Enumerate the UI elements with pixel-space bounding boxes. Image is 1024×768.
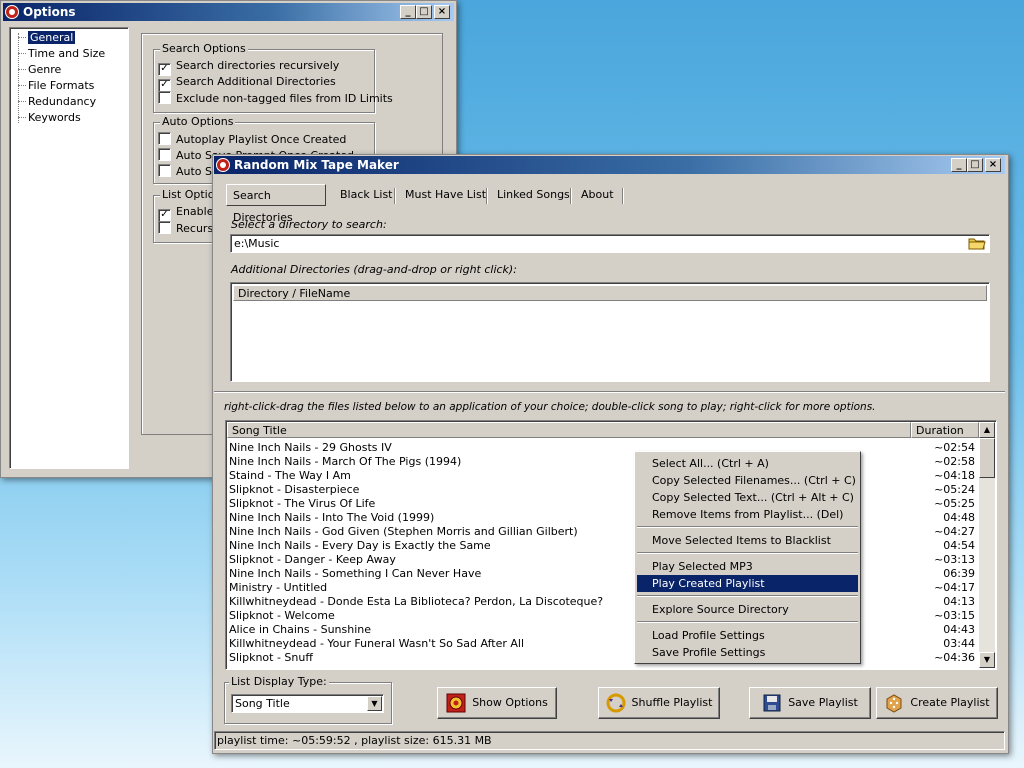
close-button[interactable]: × (985, 158, 1001, 172)
tab-black-list[interactable]: Black List (334, 184, 399, 206)
menu-separator (637, 595, 858, 597)
status-bar: playlist time: ~05:59:52 , playlist size… (214, 731, 1005, 750)
tree-item-general[interactable]: General (17, 30, 77, 45)
tree-item-keywords[interactable]: Keywords (18, 110, 81, 125)
status-text: playlist time: ~05:59:52 , playlist size… (217, 734, 492, 747)
song-row[interactable]: Alice in Chains - Sunshine 04:43 (229, 623, 975, 637)
additional-dirs-list[interactable]: Directory / FileName (230, 282, 990, 382)
auto-options-label: Auto Options (160, 115, 236, 128)
menu-item-play-created-playlist[interactable]: Play Created Playlist (637, 575, 858, 592)
song-row[interactable]: Killwhitneydead - Donde Esta La Bibliote… (229, 595, 975, 609)
show-options-button[interactable]: Show Options (437, 687, 557, 719)
menu-item-load-profile[interactable]: Load Profile Settings (637, 627, 858, 644)
app-logo-icon (5, 5, 19, 19)
list-display-select[interactable]: Song Title ▼ (231, 694, 384, 713)
search-options-label: Search Options (160, 42, 248, 55)
app-logo-icon (216, 158, 230, 172)
maximize-button[interactable]: □ (967, 158, 983, 172)
menu-item-move-to-blacklist[interactable]: Move Selected Items to Blacklist (637, 532, 858, 549)
tab-search-directories[interactable]: Search Directories (226, 184, 326, 224)
checkbox-autoplay[interactable]: Autoplay Playlist Once Created (158, 132, 346, 146)
floppy-disk-icon (763, 694, 781, 712)
song-list-scrollbar[interactable]: ▲ ▼ (979, 422, 995, 668)
menu-separator (637, 621, 858, 623)
tab-separator (394, 188, 395, 204)
song-row[interactable]: Ministry - Untitled ~04:17 (229, 581, 975, 595)
create-playlist-button[interactable]: Create Playlist (876, 687, 998, 719)
list-display-label: List Display Type: (229, 675, 329, 688)
list-display-value: Song Title (235, 697, 290, 710)
menu-item-save-profile[interactable]: Save Profile Settings (637, 644, 858, 661)
song-row[interactable]: Nine Inch Nails - March Of The Pigs (199… (229, 455, 975, 469)
minimize-button[interactable]: _ (951, 158, 967, 172)
song-row[interactable]: Slipknot - Welcome ~03:15 (229, 609, 975, 623)
shuffle-icon (606, 693, 626, 713)
maximize-button[interactable]: □ (416, 5, 432, 19)
duration-column-header[interactable]: Duration (911, 422, 979, 438)
tree-item-redundancy[interactable]: Redundancy (17, 94, 96, 109)
browse-folder-button[interactable] (968, 236, 988, 251)
minimize-button[interactable]: _ (400, 5, 416, 19)
directory-input[interactable]: e:\Music (230, 234, 990, 253)
song-row[interactable]: Nine Inch Nails - Into The Void (1999) 04… (229, 511, 975, 525)
scroll-thumb[interactable] (979, 438, 995, 478)
checkbox-search-recursive[interactable]: ✓ Search directories recursively (158, 59, 339, 76)
song-row[interactable]: Killwhitneydead - Your Funeral Wasn't So… (229, 637, 975, 651)
save-playlist-button[interactable]: Save Playlist (749, 687, 871, 719)
song-row[interactable]: Slipknot - The Virus Of Life ~05:25 (229, 497, 975, 511)
song-row[interactable]: Slipknot - Disasterpiece ~05:24 (229, 483, 975, 497)
main-titlebar[interactable]: Random Mix Tape Maker _ □ × (214, 156, 1005, 174)
song-row[interactable]: Staind - The Way I Am ~04:18 (229, 469, 975, 483)
directory-input-value: e:\Music (234, 237, 280, 250)
search-options-group: Search Options ✓ Search directories recur… (153, 42, 393, 113)
menu-separator (637, 526, 858, 528)
folder-icon (968, 238, 986, 250)
tree-item-time-and-size[interactable]: Time and Size (17, 46, 105, 61)
scroll-up-button[interactable]: ▲ (979, 422, 995, 438)
tab-linked-songs[interactable]: Linked Songs (491, 184, 576, 206)
additional-dirs-label: Additional Directories (drag-and-drop or… (231, 263, 517, 276)
dropdown-arrow-icon[interactable]: ▼ (367, 696, 382, 711)
options-logo-icon (446, 693, 466, 713)
song-row[interactable]: Nine Inch Nails - Something I Can Never … (229, 567, 975, 581)
dice-icon (886, 694, 902, 713)
tree-item-genre[interactable]: Genre (17, 62, 61, 77)
checkbox-auto-save[interactable]: Auto Sa (158, 164, 219, 178)
scroll-down-button[interactable]: ▼ (979, 652, 995, 668)
song-row[interactable]: Slipknot - Danger - Keep Away ~03:13 (229, 553, 975, 567)
shuffle-playlist-button[interactable]: Shuffle Playlist (598, 687, 720, 719)
select-dir-label: Select a directory to search: (231, 218, 387, 231)
context-menu: Select All... (Ctrl + A) Copy Selected F… (634, 451, 861, 664)
options-tree[interactable]: General Time and Size Genre File Formats… (9, 27, 129, 469)
checkbox-search-additional[interactable]: ✓ Search Additional Directories (158, 75, 336, 92)
directory-column-header[interactable]: Directory / FileName (233, 285, 987, 301)
tab-about[interactable]: About (575, 184, 620, 206)
close-button[interactable]: × (434, 5, 450, 19)
menu-item-play-selected[interactable]: Play Selected MP3 (637, 558, 858, 575)
divider (214, 391, 1005, 393)
tab-separator (570, 188, 571, 204)
tab-separator (486, 188, 487, 204)
song-title-column-header[interactable]: Song Title (227, 422, 911, 438)
song-row[interactable]: Nine Inch Nails - Every Day is Exactly t… (229, 539, 975, 553)
tab-must-have-list[interactable]: Must Have List (399, 184, 492, 206)
song-row[interactable]: Nine Inch Nails - 29 Ghosts IV ~02:54 (229, 441, 975, 455)
song-row[interactable]: Slipknot - Snuff ~04:36 (229, 651, 975, 665)
menu-item-remove-items[interactable]: Remove Items from Playlist... (Del) (637, 506, 858, 523)
menu-item-explore-source[interactable]: Explore Source Directory (637, 601, 858, 618)
checkbox-exclude-non-tagged[interactable]: Exclude non-tagged files from ID Limits (158, 91, 393, 105)
menu-item-copy-text[interactable]: Copy Selected Text... (Ctrl + Alt + C) (637, 489, 858, 506)
menu-item-select-all[interactable]: Select All... (Ctrl + A) (637, 455, 858, 472)
menu-separator (637, 552, 858, 554)
tab-separator (622, 188, 623, 204)
options-titlebar[interactable]: Options _ □ × (3, 3, 454, 21)
main-title: Random Mix Tape Maker (234, 158, 399, 172)
tree-item-file-formats[interactable]: File Formats (17, 78, 94, 93)
hint-text: right-click-drag the files listed below … (224, 401, 876, 413)
options-title: Options (23, 5, 76, 19)
menu-item-copy-filenames[interactable]: Copy Selected Filenames... (Ctrl + C) (637, 472, 858, 489)
song-row[interactable]: Nine Inch Nails - God Given (Stephen Mor… (229, 525, 975, 539)
